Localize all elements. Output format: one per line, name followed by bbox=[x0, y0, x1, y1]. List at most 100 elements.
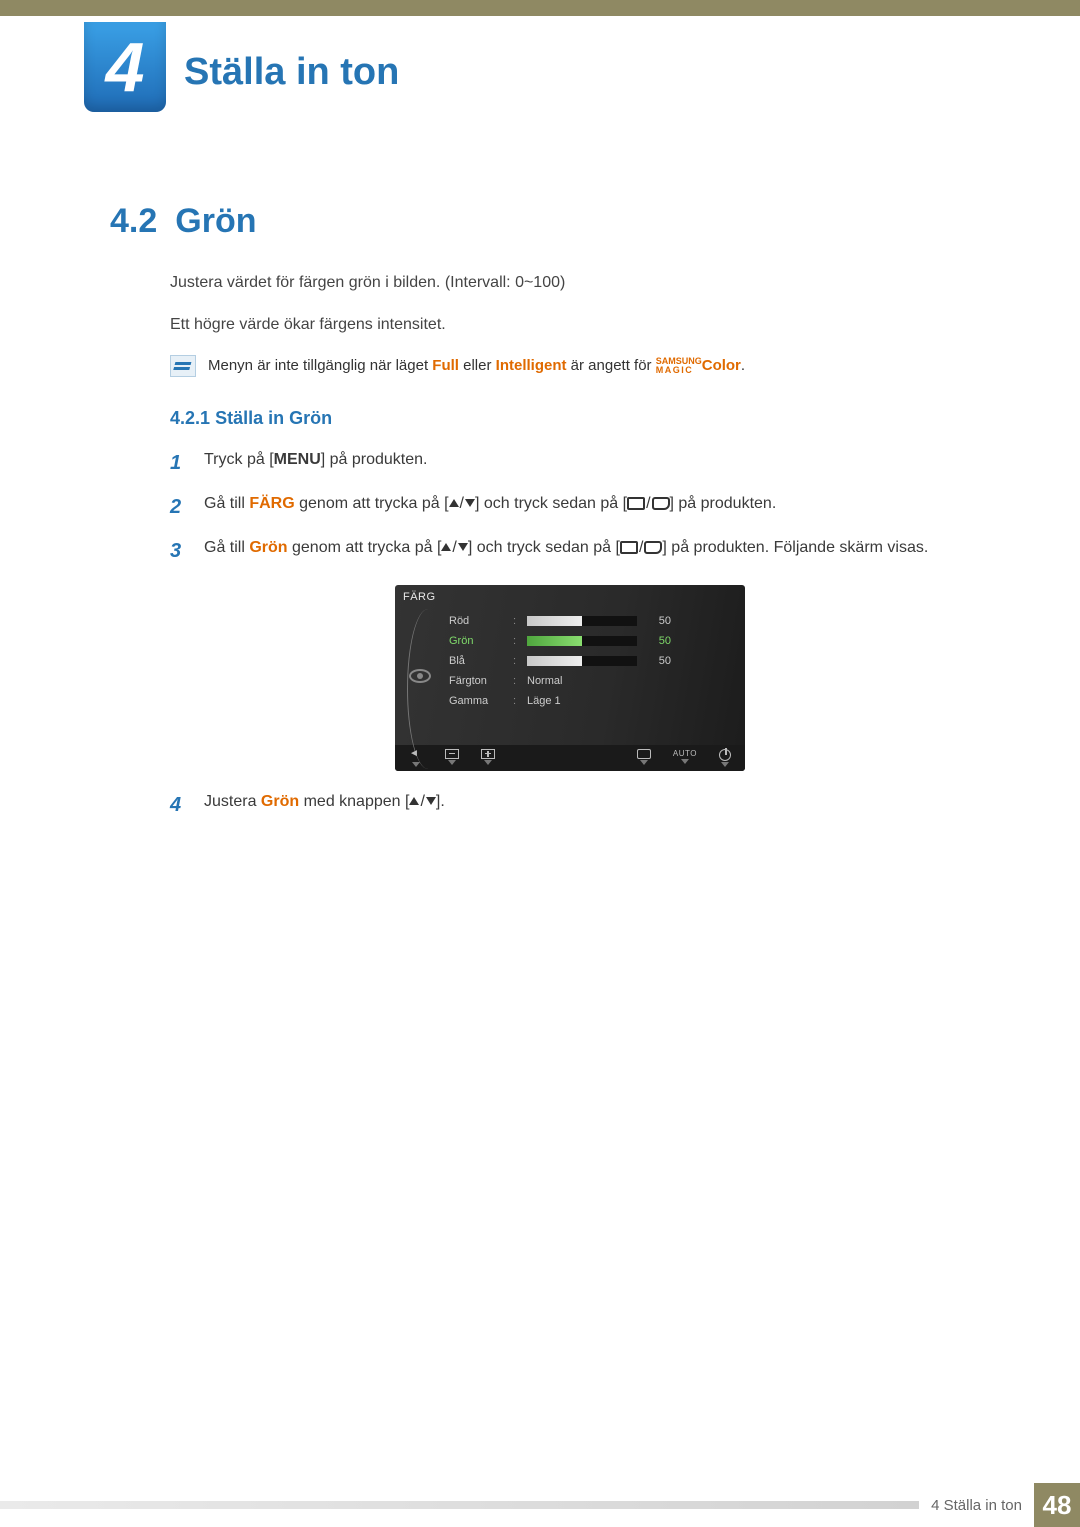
t: Tryck på [ bbox=[204, 451, 274, 468]
osd-row: Grön: 50 bbox=[449, 631, 731, 651]
steps-list: 1 Tryck på [MENU] på produkten. 2 Gå til… bbox=[170, 447, 970, 821]
osd-row-label: Gamma bbox=[449, 695, 505, 707]
osd-bar bbox=[527, 656, 637, 666]
section-title: Grön bbox=[175, 202, 256, 241]
note-text: Menyn är inte tillgänglig när läget Full… bbox=[208, 355, 745, 378]
t: genom att trycka på [ bbox=[288, 539, 442, 556]
step-text: Gå till Grön genom att trycka på [ /] och… bbox=[204, 535, 970, 567]
page-footer: 4 Ställa in ton 48 bbox=[0, 1483, 1080, 1527]
step-text: Tryck på [MENU] på produkten. bbox=[204, 447, 970, 479]
osd-value: 50 bbox=[645, 615, 671, 627]
osd-footer-right-group: AUTO bbox=[637, 749, 731, 767]
chapter-header: 4 Ställa in ton bbox=[0, 16, 1080, 112]
magic-bot: MAGIC bbox=[656, 365, 694, 375]
note-pre: Menyn är inte tillgänglig när läget bbox=[208, 357, 432, 374]
eye-icon bbox=[409, 669, 431, 683]
osd-row-label: Röd bbox=[449, 615, 505, 627]
step-number: 3 bbox=[170, 535, 190, 567]
step-4: 4 Justera Grön med knappen [/]. bbox=[170, 789, 970, 821]
footer-text: 4 Ställa in ton bbox=[919, 1497, 1034, 1514]
section-paragraph-2: Ett högre värde ökar färgens intensitet. bbox=[170, 313, 970, 337]
minus-icon bbox=[445, 749, 459, 759]
subsection-title: Ställa in Grön bbox=[215, 408, 332, 428]
step-3: 3 Gå till Grön genom att trycka på [ /] o… bbox=[170, 535, 970, 567]
gron-label: Grön bbox=[249, 539, 287, 556]
osd-row: Röd: 50 bbox=[449, 611, 731, 631]
osd-title: FÄRG bbox=[403, 591, 737, 603]
step-number: 4 bbox=[170, 789, 190, 821]
note-mid1: eller bbox=[459, 357, 496, 374]
colon: : bbox=[513, 635, 519, 647]
t: ] på produkten. bbox=[670, 495, 777, 512]
osd-row: Gamma: Läge 1 bbox=[449, 691, 731, 711]
note-mid2: är angett för bbox=[567, 357, 656, 374]
osd-row-label: Blå bbox=[449, 655, 505, 667]
step-number: 1 bbox=[170, 447, 190, 479]
osd-rows: Röd: 50 Grön: 50 Blå: 50 Färgton: Normal Gamma: L… bbox=[449, 611, 731, 711]
section-heading: 4.2 Grön bbox=[110, 202, 1080, 241]
section-body: Justera värdet för färgen grön i bilden.… bbox=[170, 271, 970, 378]
back-icon bbox=[409, 749, 423, 761]
osd-screenshot: FÄRG Röd: 50 Grön: 50 Blå: 50 Färgton: Normal Ga… bbox=[395, 585, 745, 771]
osd-text-value: Normal bbox=[527, 675, 562, 687]
t: med knappen [ bbox=[299, 793, 409, 810]
manual-page: 4 Ställa in ton 4.2 Grön Justera värdet … bbox=[0, 0, 1080, 1527]
osd-body: Röd: 50 Grön: 50 Blå: 50 Färgton: Normal Gamma: L… bbox=[403, 609, 737, 745]
note-full: Full bbox=[432, 357, 459, 374]
up-down-icon: / bbox=[409, 789, 435, 815]
chapter-title: Ställa in ton bbox=[184, 51, 399, 94]
osd-plus-button[interactable] bbox=[481, 749, 495, 767]
footer-band bbox=[0, 1501, 919, 1509]
osd-value: 50 bbox=[645, 635, 671, 647]
note-icon bbox=[170, 355, 196, 377]
step-text: Gå till FÄRG genom att trycka på [/] och… bbox=[204, 491, 970, 523]
section-number: 4.2 bbox=[110, 202, 157, 241]
t: Justera bbox=[204, 793, 261, 810]
subsection-number: 4.2.1 bbox=[170, 408, 210, 428]
top-accent-band bbox=[0, 0, 1080, 16]
osd-power-button[interactable] bbox=[719, 749, 731, 767]
osd-row-label: Grön bbox=[449, 635, 505, 647]
samsung-magic-label: SAMSUNGMAGIC bbox=[656, 357, 702, 375]
colon: : bbox=[513, 675, 519, 687]
osd-bar-fill bbox=[527, 616, 582, 626]
step-text: Justera Grön med knappen [/]. bbox=[204, 789, 970, 821]
menu-label: MENU bbox=[274, 451, 321, 468]
note-end: . bbox=[741, 357, 745, 374]
t: Gå till bbox=[204, 539, 249, 556]
section-paragraph-1: Justera värdet för färgen grön i bilden.… bbox=[170, 271, 970, 295]
osd-row: Färgton: Normal bbox=[449, 671, 731, 691]
step-1: 1 Tryck på [MENU] på produkten. bbox=[170, 447, 970, 479]
osd-left-arc bbox=[409, 611, 439, 711]
t: Gå till bbox=[204, 495, 249, 512]
t: ] och tryck sedan på [ bbox=[475, 495, 627, 512]
source-icon bbox=[637, 749, 651, 759]
t: ]. bbox=[436, 793, 445, 810]
colon: : bbox=[513, 655, 519, 667]
osd-bar-fill bbox=[527, 636, 582, 646]
auto-label: AUTO bbox=[673, 749, 697, 758]
chapter-number-badge: 4 bbox=[84, 22, 166, 112]
osd-row: Blå: 50 bbox=[449, 651, 731, 671]
step-number: 2 bbox=[170, 491, 190, 523]
source-icons: / bbox=[620, 535, 662, 561]
osd-bar bbox=[527, 636, 637, 646]
subsection-heading: 4.2.1 Ställa in Grön bbox=[170, 408, 1080, 429]
osd-source-button[interactable] bbox=[637, 749, 651, 767]
osd-auto-button[interactable]: AUTO bbox=[673, 749, 697, 767]
plus-icon bbox=[481, 749, 495, 759]
note-row: Menyn är inte tillgänglig när läget Full… bbox=[170, 355, 970, 378]
osd-row-label: Färgton bbox=[449, 675, 505, 687]
osd-bar bbox=[527, 616, 637, 626]
step-2: 2 Gå till FÄRG genom att trycka på [/] o… bbox=[170, 491, 970, 523]
note-intelligent: Intelligent bbox=[496, 357, 567, 374]
colon: : bbox=[513, 615, 519, 627]
t: ] och tryck sedan på [ bbox=[468, 539, 620, 556]
power-icon bbox=[719, 749, 731, 761]
t: ] på produkten. Följande skärm visas. bbox=[662, 539, 928, 556]
farg-label: FÄRG bbox=[249, 495, 294, 512]
osd-value: 50 bbox=[645, 655, 671, 667]
colon: : bbox=[513, 695, 519, 707]
osd-text-value: Läge 1 bbox=[527, 695, 561, 707]
source-icons: / bbox=[627, 491, 669, 517]
